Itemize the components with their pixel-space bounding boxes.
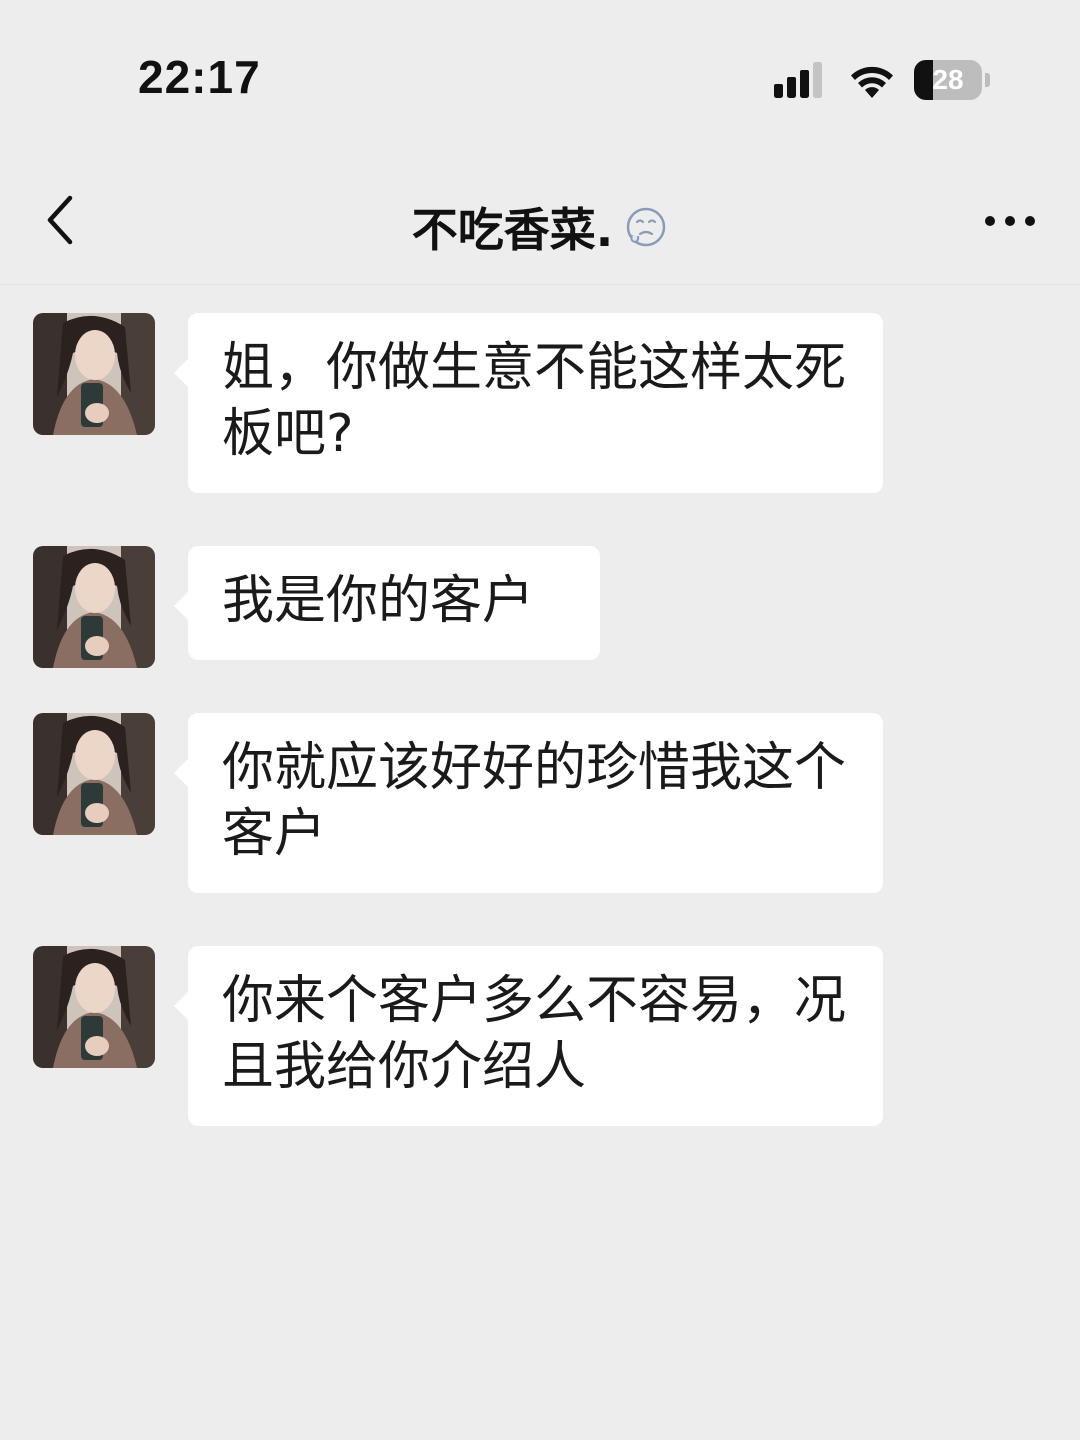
wifi-icon <box>851 66 893 98</box>
status-emoji-icon <box>627 207 666 247</box>
avatar-image <box>33 546 155 668</box>
chat-title-area: 不吃香菜. <box>240 194 840 257</box>
status-bar: 22:17 28 <box>0 0 1080 150</box>
contact-avatar[interactable] <box>33 313 155 435</box>
avatar-image <box>33 713 155 835</box>
chat-header: 不吃香菜. <box>0 150 1080 285</box>
chat-screen: 22:17 28 不吃香菜. 姐，你做生意不能这样太死板吧? 我是你的客户 你就… <box>0 0 1080 1440</box>
chat-title: 不吃香菜. <box>411 203 614 257</box>
battery-tip <box>985 73 990 87</box>
contact-avatar[interactable] <box>33 546 155 668</box>
message-bubble[interactable]: 你就应该好好的珍惜我这个客户 <box>174 713 883 893</box>
battery-body: 28 <box>914 60 982 100</box>
more-dots-icon <box>985 216 1035 226</box>
message-bubble[interactable]: 你来个客户多么不容易，况且我给你介绍人 <box>174 946 883 1126</box>
more-button[interactable] <box>980 206 1040 236</box>
back-button[interactable] <box>30 190 90 250</box>
chevron-left-icon <box>47 195 73 245</box>
message-bubble[interactable]: 我是你的客户 <box>174 546 600 660</box>
battery-level: 28 <box>932 64 964 95</box>
contact-avatar[interactable] <box>33 713 155 835</box>
signal-icon <box>774 62 822 98</box>
battery-icon: 28 <box>914 60 990 100</box>
status-time: 22:17 <box>138 51 261 103</box>
avatar-image <box>33 946 155 1068</box>
contact-avatar[interactable] <box>33 946 155 1068</box>
avatar-image <box>33 313 155 435</box>
message-bubble[interactable]: 姐，你做生意不能这样太死板吧? <box>174 313 883 493</box>
